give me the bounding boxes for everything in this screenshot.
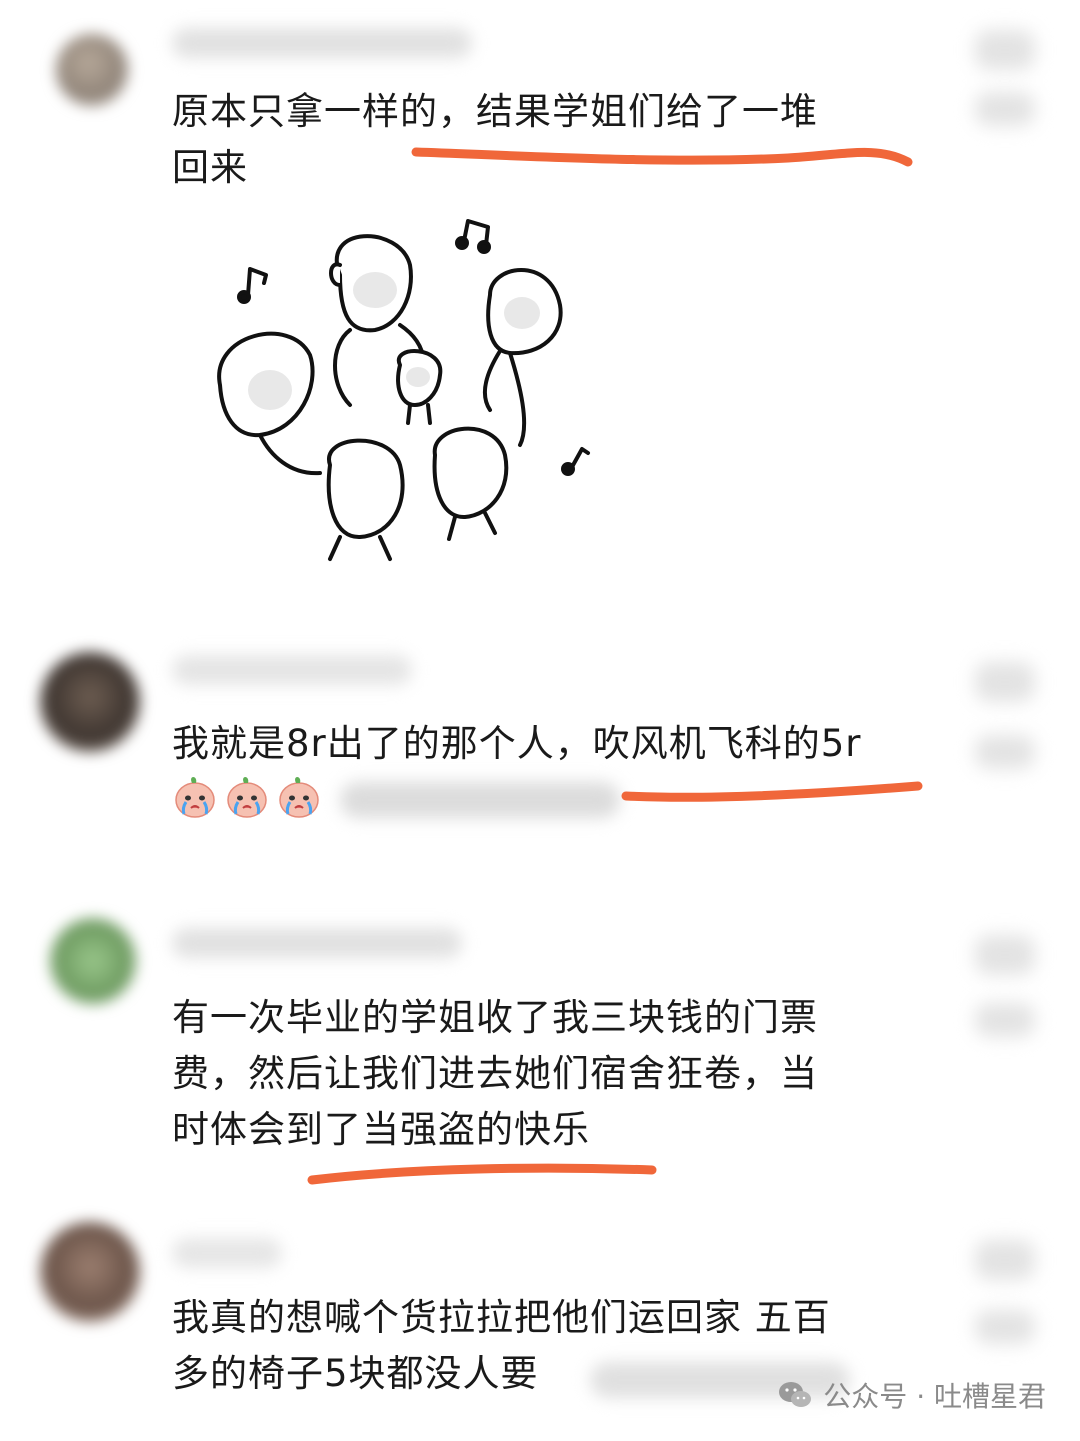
comment-text: 有一次毕业的学姐收了我三块钱的门票 费，然后让我们进去她们宿舍狂卷，当 时体会到…: [172, 996, 818, 1151]
avatar[interactable]: [40, 652, 140, 752]
highlight-underline: [307, 1163, 657, 1185]
like-count-blurred: [975, 1003, 1035, 1037]
emoji-row: [172, 773, 322, 819]
like-count-blurred: [975, 1310, 1035, 1344]
avatar[interactable]: [56, 34, 128, 106]
highlight-underline: [621, 781, 923, 802]
avatar[interactable]: [50, 918, 136, 1004]
username-blurred: [172, 928, 462, 958]
username-blurred: [172, 1238, 282, 1268]
crying-peach-emoji-icon: [175, 777, 215, 818]
like-area-blurred[interactable]: [975, 30, 1035, 70]
username-blurred: [172, 28, 472, 58]
avatar[interactable]: [40, 1222, 140, 1322]
watermark-label: 公众号 · 吐槽星君: [823, 1380, 1046, 1413]
like-count-blurred: [975, 735, 1035, 769]
crying-peach-emoji-icon: [227, 777, 267, 818]
like-area-blurred[interactable]: [975, 1240, 1035, 1280]
like-count-blurred: [975, 92, 1035, 126]
wechat-icon: [779, 1382, 812, 1407]
username-blurred: [172, 655, 412, 685]
dancing-figures-sticker: [217, 219, 590, 561]
crying-peach-emoji-icon: [279, 777, 319, 818]
like-area-blurred[interactable]: [975, 935, 1035, 975]
comment-text: 原本只拿一样的，结果学姐们给了一堆 回来: [172, 90, 818, 189]
meta-info-blurred: [340, 782, 620, 818]
like-area-blurred[interactable]: [975, 662, 1035, 702]
comment-text: 我就是8r出了的那个人，吹风机飞科的5r: [172, 722, 862, 765]
account-watermark: 公众号 · 吐槽星君: [777, 1375, 1046, 1415]
